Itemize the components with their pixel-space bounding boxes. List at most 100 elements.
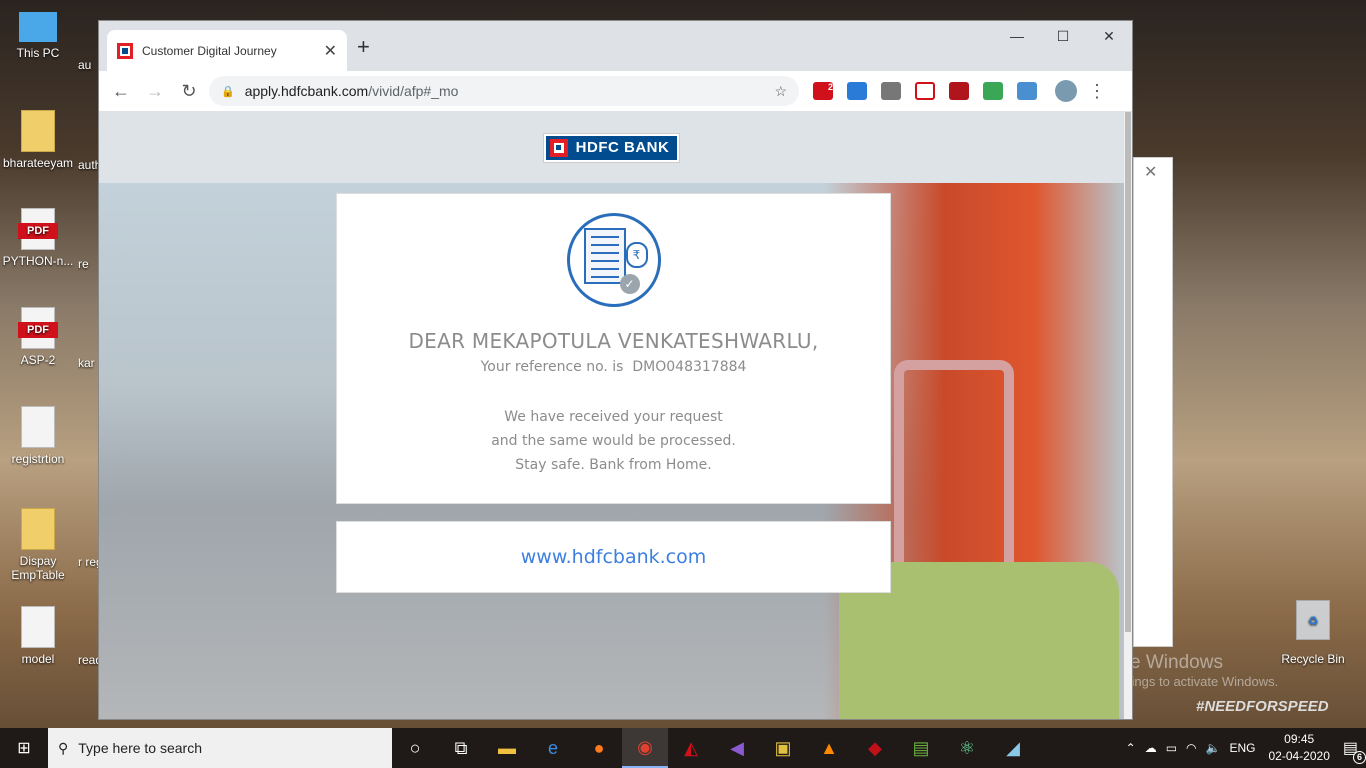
minimize-button[interactable]: — (994, 21, 1040, 51)
request-received-icon: ₹ ✓ (566, 213, 661, 307)
vlc-icon[interactable]: ▲ (806, 728, 852, 768)
clock[interactable]: 09:45 02-04-2020 (1264, 731, 1333, 765)
pdf-icon: PDF (18, 208, 58, 250)
maximize-button[interactable]: ☐ (1040, 21, 1086, 51)
pdf-badge: PDF (18, 322, 58, 338)
extension-mail-icon[interactable] (983, 82, 1003, 100)
mcafee-icon[interactable]: ◆ (852, 728, 898, 768)
volume-icon[interactable]: 🔈 (1206, 741, 1221, 755)
close-icon[interactable]: ✕ (1144, 162, 1157, 182)
extension-shield-icon[interactable] (847, 82, 867, 100)
hdfc-favicon-icon (117, 42, 133, 59)
partial-icon-label[interactable]: au (78, 58, 98, 72)
reference-line: Your reference no. is DMO048317884 (337, 359, 890, 375)
taskbar: ⊞ ⚲ Type here to search ○ ⧉ ▬ e ● ◉ ◭ ◀ ▣… (0, 728, 1366, 768)
extension-badge: 2 (827, 82, 833, 92)
profile-avatar[interactable] (1055, 80, 1077, 102)
icon-label: Dispay EmpTable (11, 554, 65, 582)
task-view-icon[interactable]: ⧉ (438, 728, 484, 768)
icon-label: This PC (16, 46, 60, 60)
background-window[interactable]: ✕ (1133, 157, 1173, 647)
desktop-icon-dispay[interactable]: Dispay EmpTable (0, 508, 76, 582)
chevron-up-icon[interactable]: ⌃ (1126, 741, 1136, 755)
icon-label: model (21, 652, 55, 666)
document-icon (21, 606, 55, 648)
page-content: HDFC BANK ₹ ✓ DEAR MEKAPOTULA VENKATESHW… (99, 112, 1124, 719)
extension-mcafee-icon[interactable] (949, 82, 969, 100)
lock-icon[interactable]: 🔒 (221, 85, 235, 98)
tab-customer-digital-journey[interactable]: Customer Digital Journey ✕ (107, 30, 347, 71)
browser-window: Customer Digital Journey ✕ + — ☐ ✕ ← → ↻… (98, 20, 1133, 720)
hdfc-logo: HDFC BANK (542, 132, 681, 163)
extension-icon[interactable] (881, 82, 901, 100)
app-icon[interactable]: ▣ (760, 728, 806, 768)
close-tab-icon[interactable]: ✕ (324, 41, 337, 61)
taskbar-search[interactable]: ⚲ Type here to search (48, 728, 392, 768)
edge-icon[interactable]: e (530, 728, 576, 768)
firefox-icon[interactable]: ● (576, 728, 622, 768)
language-indicator[interactable]: ENG (1229, 741, 1255, 755)
greeting: DEAR MEKAPOTULA VENKATESHWARLU, (408, 329, 819, 353)
time: 09:45 (1284, 732, 1315, 746)
wifi-icon[interactable]: ◠ (1186, 741, 1196, 755)
partial-icon-label[interactable]: auth tok (78, 158, 98, 172)
visual-studio-icon[interactable]: ◀ (714, 728, 760, 768)
acrobat-icon[interactable]: ◭ (668, 728, 714, 768)
extension-pocket-icon[interactable] (915, 82, 935, 100)
reference-number: DMO048317884 (632, 359, 747, 375)
desktop-icon-asp2[interactable]: PDF ASP-2 (0, 307, 76, 367)
partial-icon-label[interactable]: re (78, 257, 98, 271)
message: We have received your request and the sa… (337, 405, 890, 477)
new-tab-button[interactable]: + (357, 34, 370, 60)
reload-button[interactable]: ↻ (175, 77, 203, 105)
notification-center-icon[interactable]: ▤ 6 (1343, 738, 1366, 764)
forward-button[interactable]: → (141, 77, 169, 105)
icon-label: registrtion (11, 452, 65, 466)
tab-strip: Customer Digital Journey ✕ + — ☐ ✕ (99, 21, 1132, 71)
hdfc-website-link[interactable]: www.hdfcbank.com (521, 546, 707, 568)
desktop-icon-recycle-bin[interactable]: ♻ Recycle Bin (1278, 600, 1348, 666)
wallpaper-logo: #NEEDFORSPEED (1196, 698, 1329, 715)
cortana-icon[interactable]: ○ (392, 728, 438, 768)
desktop-icon-registrtion[interactable]: registrtion (0, 406, 76, 466)
reference-label: Your reference no. is (480, 359, 624, 375)
address-bar[interactable]: 🔒 apply.hdfcbank.com/vivid/afp#_mo ☆ (209, 76, 799, 106)
pdf-icon: PDF (18, 307, 58, 349)
back-button[interactable]: ← (107, 77, 135, 105)
app-icon[interactable]: ◢ (990, 728, 1036, 768)
windows-start-button[interactable]: ⊞ (0, 728, 48, 768)
desktop-icon-model[interactable]: model (0, 606, 76, 666)
desktop-icon-bharateeyam[interactable]: bharateeyam (0, 110, 76, 170)
partial-icon-label[interactable]: read pag (78, 653, 98, 667)
atom-icon[interactable]: ⚛ (944, 728, 990, 768)
icon-label: bharateeyam (2, 156, 74, 170)
notification-count: 6 (1353, 751, 1366, 764)
recycle-bin-icon: ♻ (1296, 600, 1330, 640)
menu-kebab-icon[interactable]: ⋮ (1083, 77, 1111, 105)
partial-icon-label[interactable]: r reg (78, 555, 98, 569)
file-explorer-icon[interactable]: ▬ (484, 728, 530, 768)
extension-adblock-icon[interactable]: 2 (813, 82, 833, 100)
desktop-icon-this-pc[interactable]: This PC (0, 12, 76, 60)
url-path: /vivid/afp#_mo (368, 83, 459, 99)
link-card: www.hdfcbank.com (336, 521, 891, 593)
battery-icon[interactable]: ▭ (1166, 741, 1177, 755)
folder-icon (21, 508, 55, 550)
desktop-icon-python[interactable]: PDF PYTHON-n... (0, 208, 76, 268)
scrollbar[interactable] (1124, 112, 1132, 719)
partial-icon-label[interactable]: kar (78, 356, 98, 370)
computer-icon (19, 12, 57, 42)
close-window-button[interactable]: ✕ (1086, 21, 1132, 51)
bookmark-star-icon[interactable]: ☆ (774, 83, 787, 100)
date: 02-04-2020 (1268, 749, 1330, 763)
message-line: We have received your request (504, 409, 723, 425)
icon-label: ASP-2 (20, 353, 56, 367)
extension-upload-icon[interactable] (1017, 82, 1037, 100)
app-icon[interactable]: ▤ (898, 728, 944, 768)
onedrive-icon[interactable]: ☁ (1145, 741, 1157, 755)
page-header: HDFC BANK (99, 112, 1124, 183)
message-line: and the same would be processed. (491, 433, 736, 449)
icon-label: PYTHON-n... (2, 254, 74, 268)
bank-name: HDFC BANK (575, 139, 670, 156)
chrome-icon[interactable]: ◉ (622, 728, 668, 768)
